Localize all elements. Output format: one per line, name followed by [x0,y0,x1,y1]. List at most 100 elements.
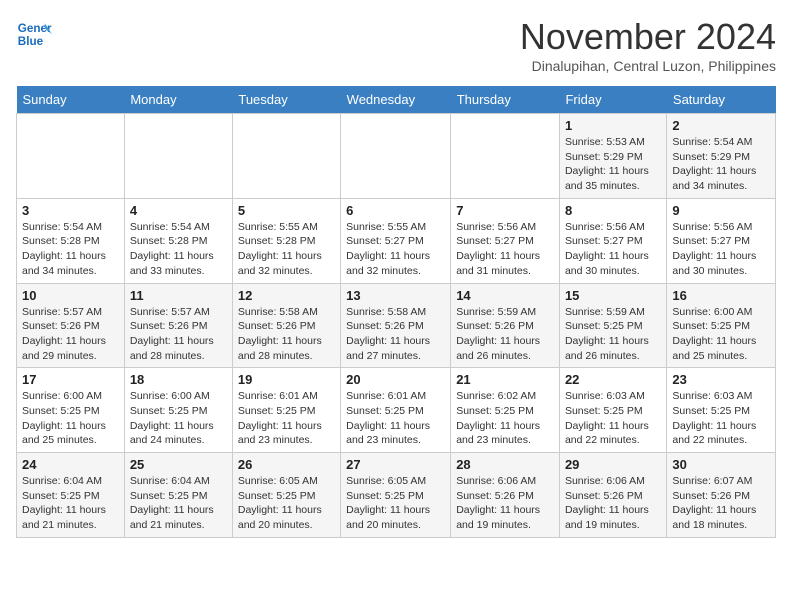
header-day: Friday [559,86,666,114]
day-detail: Sunrise: 6:01 AM Sunset: 5:25 PM Dayligh… [238,389,335,448]
day-number: 15 [565,288,661,303]
calendar-cell [451,114,560,199]
day-detail: Sunrise: 5:54 AM Sunset: 5:28 PM Dayligh… [130,220,227,279]
day-number: 10 [22,288,119,303]
header-day: Thursday [451,86,560,114]
day-number: 29 [565,457,661,472]
calendar-cell: 24Sunrise: 6:04 AM Sunset: 5:25 PM Dayli… [17,453,125,538]
logo-icon: General Blue [16,16,52,52]
calendar-cell: 18 Sunrise: 6:00 AM Sunset: 5:25 PM Dayli… [124,368,232,453]
calendar-cell: 13 Sunrise: 5:58 AM Sunset: 5:26 PM Dayli… [341,283,451,368]
calendar-cell [232,114,340,199]
day-number: 14 [456,288,554,303]
calendar-cell: 7Sunrise: 5:56 AM Sunset: 5:27 PM Daylig… [451,198,560,283]
day-detail: Sunrise: 5:55 AM Sunset: 5:27 PM Dayligh… [346,220,445,279]
header-day: Monday [124,86,232,114]
calendar-cell: 26 Sunrise: 6:05 AM Sunset: 5:25 PM Dayli… [232,453,340,538]
day-number: 30 [672,457,770,472]
calendar-cell: 16 Sunrise: 6:00 AM Sunset: 5:25 PM Dayli… [667,283,776,368]
page-header: General Blue November 2024 Dinalupihan, … [16,16,776,74]
day-number: 4 [130,203,227,218]
calendar-week: 1 Sunrise: 5:53 AM Sunset: 5:29 PM Daylig… [17,114,776,199]
day-detail: Sunrise: 6:05 AM Sunset: 5:25 PM Dayligh… [238,474,335,533]
calendar-cell: 30 Sunrise: 6:07 AM Sunset: 5:26 PM Dayli… [667,453,776,538]
day-detail: Sunrise: 5:56 AM Sunset: 5:27 PM Dayligh… [672,220,770,279]
day-number: 18 [130,372,227,387]
header-day: Sunday [17,86,125,114]
calendar-cell [124,114,232,199]
location: Dinalupihan, Central Luzon, Philippines [520,58,776,74]
calendar-cell: 15Sunrise: 5:59 AM Sunset: 5:25 PM Dayli… [559,283,666,368]
calendar-cell: 2 Sunrise: 5:54 AM Sunset: 5:29 PM Daylig… [667,114,776,199]
calendar-cell: 21Sunrise: 6:02 AM Sunset: 5:25 PM Dayli… [451,368,560,453]
day-number: 1 [565,118,661,133]
calendar-week: 3Sunrise: 5:54 AM Sunset: 5:28 PM Daylig… [17,198,776,283]
calendar-cell: 1 Sunrise: 5:53 AM Sunset: 5:29 PM Daylig… [559,114,666,199]
day-detail: Sunrise: 5:57 AM Sunset: 5:26 PM Dayligh… [22,305,119,364]
day-number: 6 [346,203,445,218]
day-detail: Sunrise: 5:56 AM Sunset: 5:27 PM Dayligh… [565,220,661,279]
day-number: 27 [346,457,445,472]
day-detail: Sunrise: 5:58 AM Sunset: 5:26 PM Dayligh… [238,305,335,364]
day-detail: Sunrise: 6:00 AM Sunset: 5:25 PM Dayligh… [22,389,119,448]
day-number: 8 [565,203,661,218]
calendar-cell [341,114,451,199]
day-detail: Sunrise: 5:55 AM Sunset: 5:28 PM Dayligh… [238,220,335,279]
calendar-cell: 12 Sunrise: 5:58 AM Sunset: 5:26 PM Dayli… [232,283,340,368]
title-block: November 2024 Dinalupihan, Central Luzon… [520,16,776,74]
calendar-cell: 28 Sunrise: 6:06 AM Sunset: 5:26 PM Dayli… [451,453,560,538]
calendar-cell: 29 Sunrise: 6:06 AM Sunset: 5:26 PM Dayli… [559,453,666,538]
day-detail: Sunrise: 6:03 AM Sunset: 5:25 PM Dayligh… [672,389,770,448]
calendar-cell: 8 Sunrise: 5:56 AM Sunset: 5:27 PM Daylig… [559,198,666,283]
day-number: 28 [456,457,554,472]
day-detail: Sunrise: 6:06 AM Sunset: 5:26 PM Dayligh… [456,474,554,533]
day-detail: Sunrise: 6:04 AM Sunset: 5:25 PM Dayligh… [130,474,227,533]
svg-text:Blue: Blue [18,35,44,48]
calendar-week: 17 Sunrise: 6:00 AM Sunset: 5:25 PM Dayli… [17,368,776,453]
day-detail: Sunrise: 6:06 AM Sunset: 5:26 PM Dayligh… [565,474,661,533]
calendar-cell: 5 Sunrise: 5:55 AM Sunset: 5:28 PM Daylig… [232,198,340,283]
calendar-cell: 6 Sunrise: 5:55 AM Sunset: 5:27 PM Daylig… [341,198,451,283]
calendar-cell: 23 Sunrise: 6:03 AM Sunset: 5:25 PM Dayli… [667,368,776,453]
day-number: 17 [22,372,119,387]
day-number: 5 [238,203,335,218]
day-number: 9 [672,203,770,218]
day-detail: Sunrise: 6:04 AM Sunset: 5:25 PM Dayligh… [22,474,119,533]
day-number: 19 [238,372,335,387]
day-detail: Sunrise: 5:57 AM Sunset: 5:26 PM Dayligh… [130,305,227,364]
day-number: 16 [672,288,770,303]
day-detail: Sunrise: 5:54 AM Sunset: 5:29 PM Dayligh… [672,135,770,194]
day-detail: Sunrise: 5:53 AM Sunset: 5:29 PM Dayligh… [565,135,661,194]
calendar-cell: 10 Sunrise: 5:57 AM Sunset: 5:26 PM Dayli… [17,283,125,368]
day-detail: Sunrise: 5:54 AM Sunset: 5:28 PM Dayligh… [22,220,119,279]
calendar-cell: 22 Sunrise: 6:03 AM Sunset: 5:25 PM Dayli… [559,368,666,453]
day-number: 25 [130,457,227,472]
calendar-cell: 3Sunrise: 5:54 AM Sunset: 5:28 PM Daylig… [17,198,125,283]
calendar-cell: 4 Sunrise: 5:54 AM Sunset: 5:28 PM Daylig… [124,198,232,283]
calendar-cell: 19 Sunrise: 6:01 AM Sunset: 5:25 PM Dayli… [232,368,340,453]
header-day: Wednesday [341,86,451,114]
calendar-table: SundayMondayTuesdayWednesdayThursdayFrid… [16,86,776,538]
day-number: 13 [346,288,445,303]
calendar-cell: 9 Sunrise: 5:56 AM Sunset: 5:27 PM Daylig… [667,198,776,283]
day-detail: Sunrise: 6:03 AM Sunset: 5:25 PM Dayligh… [565,389,661,448]
day-detail: Sunrise: 5:58 AM Sunset: 5:26 PM Dayligh… [346,305,445,364]
day-detail: Sunrise: 6:07 AM Sunset: 5:26 PM Dayligh… [672,474,770,533]
day-number: 21 [456,372,554,387]
day-number: 23 [672,372,770,387]
day-number: 11 [130,288,227,303]
day-number: 26 [238,457,335,472]
day-detail: Sunrise: 5:56 AM Sunset: 5:27 PM Dayligh… [456,220,554,279]
day-detail: Sunrise: 6:00 AM Sunset: 5:25 PM Dayligh… [130,389,227,448]
calendar-cell: 11 Sunrise: 5:57 AM Sunset: 5:26 PM Dayli… [124,283,232,368]
day-detail: Sunrise: 5:59 AM Sunset: 5:26 PM Dayligh… [456,305,554,364]
day-number: 12 [238,288,335,303]
day-detail: Sunrise: 6:00 AM Sunset: 5:25 PM Dayligh… [672,305,770,364]
calendar-week: 10 Sunrise: 5:57 AM Sunset: 5:26 PM Dayli… [17,283,776,368]
logo: General Blue [16,16,52,52]
day-number: 22 [565,372,661,387]
header-day: Tuesday [232,86,340,114]
day-number: 2 [672,118,770,133]
calendar-cell: 20Sunrise: 6:01 AM Sunset: 5:25 PM Dayli… [341,368,451,453]
calendar-cell [17,114,125,199]
